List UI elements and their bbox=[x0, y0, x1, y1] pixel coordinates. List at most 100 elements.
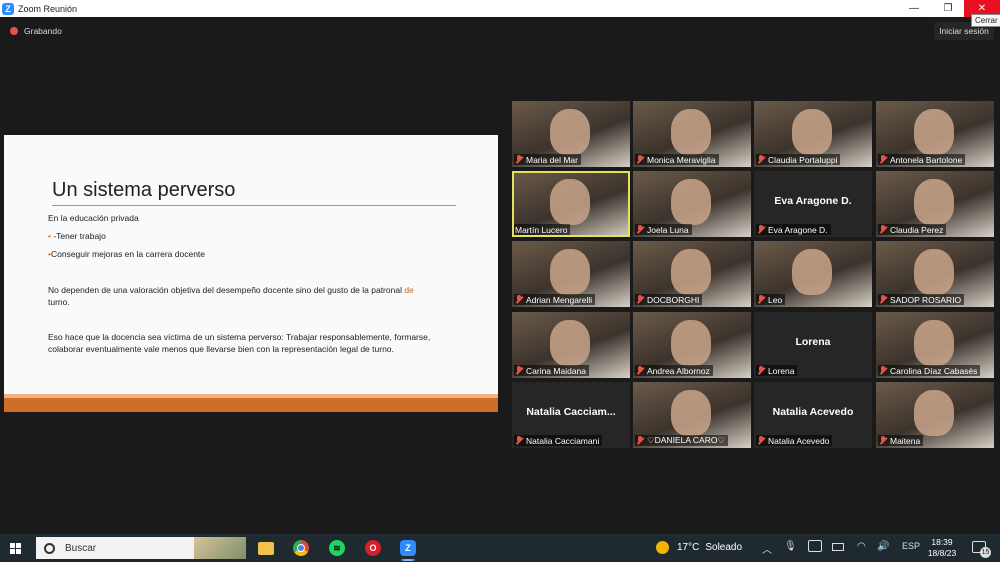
participant-name-label: Adrian Mengarelli bbox=[514, 294, 596, 305]
wifi-icon[interactable]: ◠ bbox=[857, 541, 866, 552]
weather-widget[interactable]: 17°C Soleado bbox=[656, 541, 742, 554]
muted-mic-icon bbox=[636, 225, 644, 234]
participant-tile[interactable]: Antonela Bartolone bbox=[876, 101, 994, 167]
slide-paragraph-1-text: No dependen de una valoración objetiva d… bbox=[48, 285, 402, 295]
language-indicator[interactable]: ESP bbox=[902, 541, 920, 551]
participant-name: Claudia Portaluppi bbox=[768, 154, 838, 165]
recording-dot-icon bbox=[10, 27, 18, 35]
windows-taskbar: Buscar ≋ O Z 17°C Soleado ︿ 🎙 ◠ 🔊 ESP 18… bbox=[0, 534, 1000, 562]
participant-name: Adrian Mengarelli bbox=[526, 294, 593, 305]
chevron-up-icon[interactable]: ︿ bbox=[762, 541, 772, 556]
participant-name-label: Natalia Acevedo bbox=[756, 435, 833, 446]
slide-paragraph-2: Eso hace que la docencia sea víctima de … bbox=[48, 332, 431, 354]
muted-mic-icon bbox=[515, 155, 523, 164]
participant-tile[interactable]: DOCBORGHI bbox=[633, 241, 751, 307]
monitor-icon[interactable] bbox=[808, 540, 822, 552]
muted-mic-icon bbox=[879, 436, 887, 445]
participant-name: Maria del Mar bbox=[526, 154, 578, 165]
zoom-icon[interactable]: Z bbox=[400, 540, 416, 556]
participant-name: Joela Luna bbox=[647, 224, 689, 235]
participant-tile[interactable]: Adrian Mengarelli bbox=[512, 241, 630, 307]
slide-bullet-2-text: Conseguir mejoras en la carrera docente bbox=[50, 249, 206, 259]
muted-mic-icon bbox=[636, 366, 644, 375]
participant-tile[interactable]: Maitena bbox=[876, 382, 994, 448]
participant-name-label: Martín Lucero bbox=[514, 224, 571, 235]
muted-mic-icon bbox=[879, 225, 887, 234]
chrome-icon[interactable] bbox=[293, 540, 309, 556]
participant-tile[interactable]: Eva Aragone D. Eva Aragone D. bbox=[754, 171, 872, 237]
participant-video-feed bbox=[914, 320, 954, 366]
participant-name-label: Maria del Mar bbox=[514, 154, 581, 165]
participant-tile[interactable]: Carina Maidana bbox=[512, 312, 630, 378]
participant-tile[interactable]: Natalia Cacciam... Natalia Cacciamani bbox=[512, 382, 630, 448]
participant-name-label: DOCBORGHI bbox=[635, 294, 703, 305]
participant-name-label: Maitena bbox=[878, 435, 924, 446]
participant-tile[interactable]: Lorena Lorena bbox=[754, 312, 872, 378]
muted-mic-icon bbox=[515, 366, 523, 375]
participant-name: ♡DANIELA CARO♡ bbox=[647, 435, 726, 445]
participant-display-name: Natalia Acevedo bbox=[772, 406, 854, 418]
muted-mic-icon bbox=[757, 155, 765, 164]
taskbar-clock[interactable]: 18:39 18/8/23 bbox=[924, 537, 960, 559]
minimize-button[interactable]: — bbox=[896, 0, 932, 17]
slide-title-rule bbox=[52, 205, 456, 206]
muted-mic-icon bbox=[515, 295, 523, 304]
participant-tile[interactable]: SADOP ROSARIO bbox=[876, 241, 994, 307]
participant-video-feed bbox=[914, 249, 954, 295]
participant-name-label: Claudia Portaluppi bbox=[756, 154, 841, 165]
participant-video-feed bbox=[550, 109, 590, 155]
participant-name-label: SADOP ROSARIO bbox=[878, 294, 965, 305]
participant-tile[interactable]: Martín Lucero bbox=[512, 171, 630, 237]
participant-tile[interactable]: Andrea Albornoz bbox=[633, 312, 751, 378]
participant-name: Andrea Albornoz bbox=[647, 365, 710, 376]
battery-icon[interactable] bbox=[832, 543, 844, 551]
notification-icon[interactable]: 15 bbox=[972, 541, 991, 558]
slide-paragraph-1: No dependen de una valoración objetiva d… bbox=[48, 284, 458, 308]
participant-video-feed bbox=[550, 249, 590, 295]
participant-tile[interactable]: Claudia Portaluppi bbox=[754, 101, 872, 167]
participant-name-label: ♡DANIELA CARO♡ bbox=[635, 435, 729, 446]
participant-tile[interactable]: ♡DANIELA CARO♡ bbox=[633, 382, 751, 448]
slide-title: Un sistema perverso bbox=[52, 179, 236, 201]
participant-video-feed bbox=[671, 320, 711, 366]
participant-video-feed bbox=[550, 179, 590, 225]
participant-video-feed bbox=[671, 179, 711, 225]
participant-display-name: Natalia Cacciam... bbox=[526, 406, 616, 418]
participant-tile[interactable]: Natalia Acevedo Natalia Acevedo bbox=[754, 382, 872, 448]
participant-name: Eva Aragone D. bbox=[768, 224, 828, 235]
participant-name: DOCBORGHI bbox=[647, 294, 700, 305]
taskbar-search-box[interactable]: Buscar bbox=[36, 537, 246, 559]
recording-indicator[interactable]: Grabando bbox=[10, 26, 62, 36]
participant-display-name: Eva Aragone D. bbox=[774, 195, 852, 207]
participant-tile[interactable]: Joela Luna bbox=[633, 171, 751, 237]
participant-tile[interactable]: Carolina Díaz Cabasés bbox=[876, 312, 994, 378]
participant-name: Claudia Perez bbox=[890, 224, 944, 235]
spotify-icon[interactable]: ≋ bbox=[329, 540, 345, 556]
close-tooltip: Cerrar bbox=[971, 14, 1000, 27]
windows-start-icon[interactable] bbox=[10, 543, 21, 554]
slide-paragraph-1-end: turno. bbox=[48, 297, 70, 307]
participant-tile[interactable]: Claudia Perez bbox=[876, 171, 994, 237]
participant-video-feed bbox=[550, 320, 590, 366]
participant-name-label: Lorena bbox=[756, 365, 798, 376]
participant-name-label: Natalia Cacciamani bbox=[514, 435, 603, 446]
slide-bullet-2: •Conseguir mejoras en la carrera docente bbox=[48, 248, 458, 260]
participant-tile[interactable]: Leo bbox=[754, 241, 872, 307]
muted-mic-icon bbox=[757, 295, 765, 304]
participant-name-label: Antonela Bartolone bbox=[878, 154, 966, 165]
file-explorer-icon[interactable] bbox=[258, 542, 274, 555]
participant-name: Antonela Bartolone bbox=[890, 154, 963, 165]
microphone-icon[interactable]: 🎙 bbox=[784, 541, 797, 552]
zoom-active-indicator bbox=[401, 559, 415, 561]
participant-video-feed bbox=[792, 109, 832, 155]
shared-screen-slide: Un sistema perverso En la educación priv… bbox=[4, 135, 498, 412]
opera-icon[interactable]: O bbox=[365, 540, 381, 556]
participant-name: Natalia Cacciamani bbox=[526, 435, 600, 446]
restore-button[interactable]: ❐ bbox=[930, 0, 966, 17]
search-highlight-image bbox=[194, 537, 246, 559]
participant-display-name: Lorena bbox=[795, 336, 831, 348]
participant-tile[interactable]: Maria del Mar bbox=[512, 101, 630, 167]
volume-icon[interactable]: 🔊 bbox=[877, 541, 889, 552]
participant-name: Monica Meraviglia bbox=[647, 154, 716, 165]
participant-tile[interactable]: Monica Meraviglia bbox=[633, 101, 751, 167]
